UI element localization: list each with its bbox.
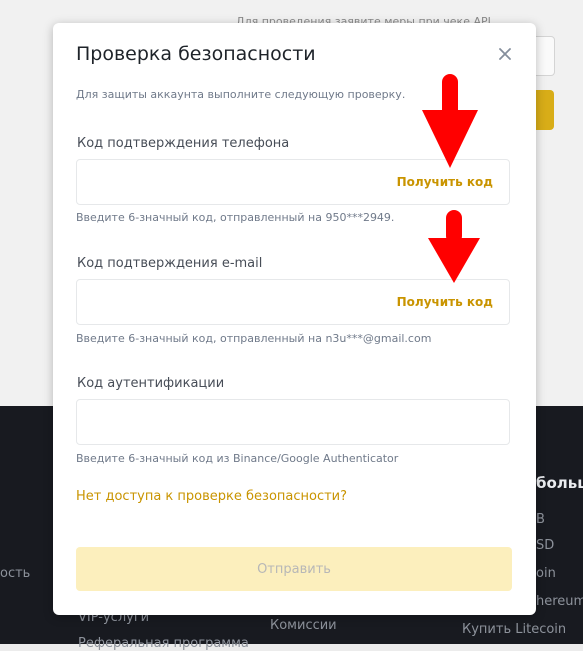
- email-get-code-button[interactable]: Получить код: [397, 295, 493, 309]
- close-icon[interactable]: [496, 45, 514, 63]
- phone-code-hint: Введите 6-значный код, отправленный на 9…: [76, 211, 395, 224]
- phone-get-code-button[interactable]: Получить код: [397, 175, 493, 189]
- auth-code-hint: Введите 6-значный код из Binance/Google …: [76, 452, 399, 465]
- submit-button[interactable]: Отправить: [76, 547, 512, 591]
- footer-link-buy-litecoin: Купить Litecoin: [462, 622, 567, 637]
- auth-code-field: [76, 399, 510, 445]
- footer-link: ость: [0, 566, 31, 581]
- footer-link: oin: [536, 566, 556, 581]
- footer-link: hereum: [536, 594, 583, 609]
- annotation-arrow-icon: [422, 74, 478, 168]
- annotation-arrow-icon: [428, 210, 480, 283]
- email-code-field: Получить код: [76, 279, 510, 325]
- auth-code-label: Код аутентификации: [77, 376, 225, 391]
- email-code-label: Код подтверждения e-mail: [77, 256, 263, 271]
- email-code-input[interactable]: [87, 288, 391, 318]
- dialog-title: Проверка безопасности: [76, 43, 316, 65]
- footer-link: SD: [536, 538, 555, 553]
- no-access-link[interactable]: Нет доступа к проверке безопасности?: [76, 489, 347, 504]
- footer-link-fees: Комиссии: [270, 618, 337, 633]
- footer-link: B: [536, 512, 545, 527]
- footer-column-title: больш: [536, 474, 583, 492]
- dialog-subtitle: Для защиты аккаунта выполните следующую …: [76, 88, 406, 101]
- auth-code-input[interactable]: [87, 408, 391, 438]
- phone-code-input[interactable]: [87, 168, 391, 198]
- phone-code-label: Код подтверждения телефона: [77, 136, 290, 151]
- email-code-hint: Введите 6-значный код, отправленный на n…: [76, 332, 432, 345]
